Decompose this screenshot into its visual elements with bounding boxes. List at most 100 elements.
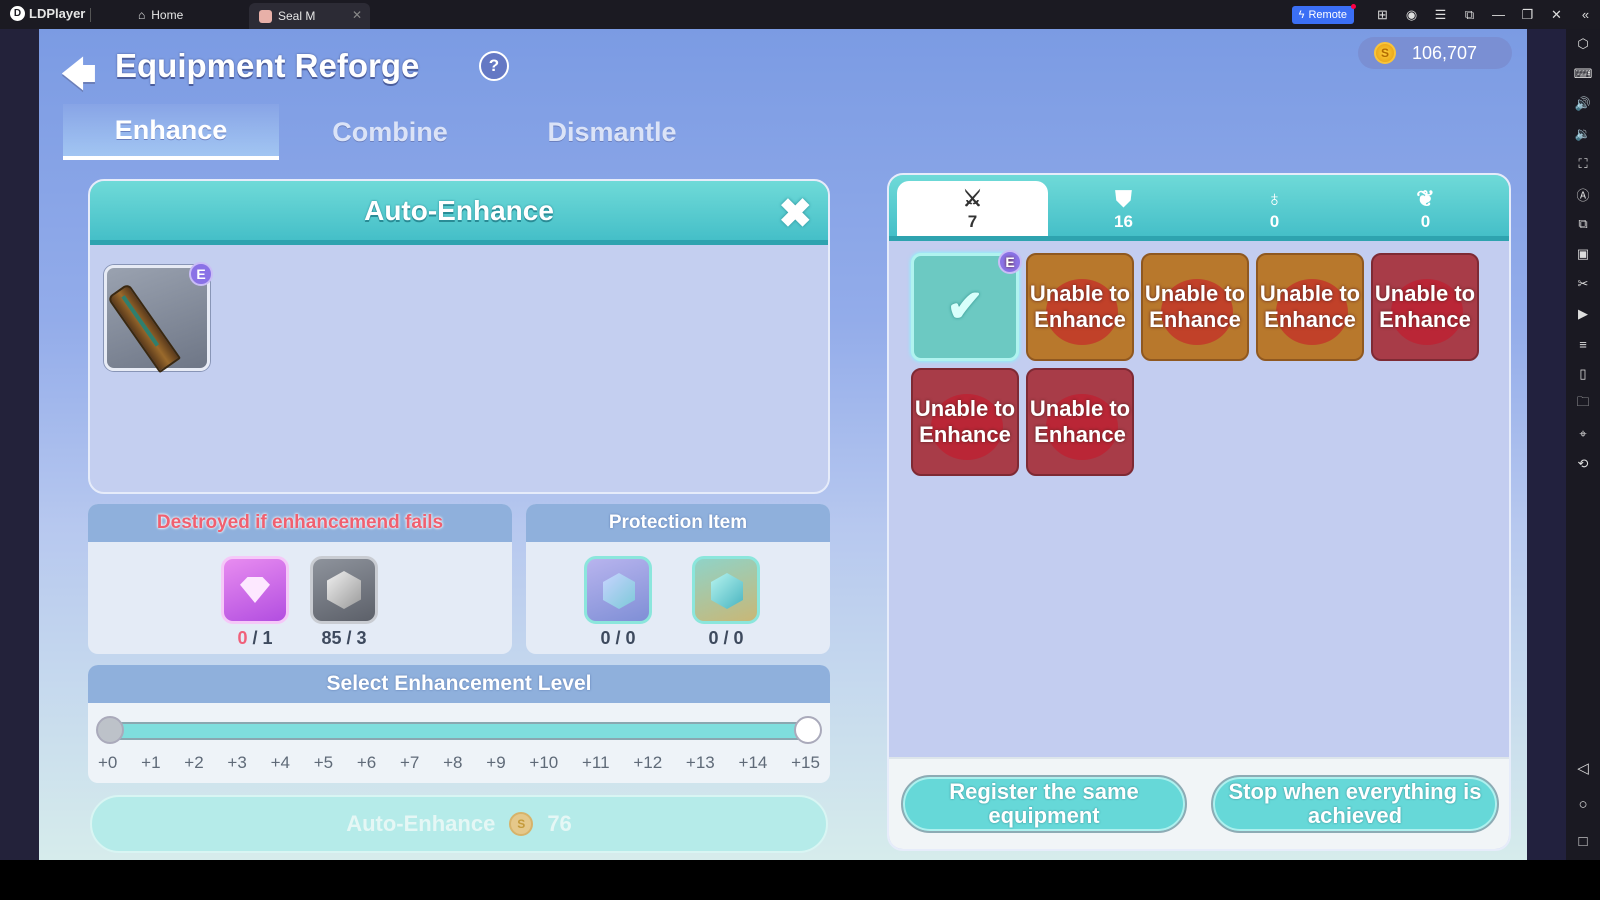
- level-tick[interactable]: +13: [686, 753, 715, 773]
- checkmark-icon: ✔: [946, 282, 984, 331]
- tab-enhance[interactable]: Enhance: [63, 104, 279, 160]
- gamepad-icon[interactable]: ⊞: [1368, 7, 1397, 23]
- need-count: 1: [262, 628, 273, 648]
- protection-item-box: Protection Item 0 / 0 0 / 0: [526, 504, 830, 654]
- collapse-icon[interactable]: «: [1571, 7, 1600, 22]
- lightning-icon: ϟ: [1298, 8, 1305, 21]
- inventory-item[interactable]: Unable to Enhance: [1141, 253, 1249, 361]
- scissors-icon[interactable]: ✂: [1566, 269, 1600, 299]
- shake-icon[interactable]: ▯: [1566, 359, 1600, 389]
- help-button[interactable]: ?: [479, 51, 509, 81]
- level-tick[interactable]: +8: [443, 753, 462, 773]
- level-tick[interactable]: +4: [271, 753, 290, 773]
- protection-scroll-purple-icon[interactable]: [584, 556, 652, 624]
- level-tick[interactable]: +3: [227, 753, 246, 773]
- silver-stone-icon[interactable]: [310, 556, 378, 624]
- close-icon[interactable]: ✖: [778, 191, 812, 237]
- category-tab-necklace[interactable]: ♁ 0: [1199, 181, 1350, 236]
- tab-combine[interactable]: Combine: [279, 104, 501, 160]
- selected-equipment-slot[interactable]: E: [104, 262, 213, 374]
- record-icon[interactable]: ▶: [1566, 299, 1600, 329]
- inventory-item[interactable]: Unable to Enhance: [1256, 253, 1364, 361]
- game-screen: 🡄 Equipment Reforge ? S 106,707 Enhance …: [39, 29, 1527, 860]
- level-tick[interactable]: +2: [184, 753, 203, 773]
- level-tick[interactable]: +0: [98, 753, 117, 773]
- inventory-item[interactable]: Unable to Enhance: [1026, 253, 1134, 361]
- emulator-sidebar: ⬡ ⌨ 🔊 🔉 ⛶ Ⓐ ⧉ ▣ ✂ ▶ ≡ ▯ 🗀 ⌖ ⟲ ◁ ○ □: [1566, 29, 1600, 860]
- apk-icon[interactable]: ▣: [1566, 239, 1600, 269]
- inventory-item[interactable]: Unable to Enhance: [1026, 368, 1134, 476]
- keyboard-icon[interactable]: ⌨: [1566, 59, 1600, 89]
- folder-icon[interactable]: 🗀: [1566, 389, 1600, 419]
- category-tab-wing[interactable]: ❦ 0: [1350, 181, 1501, 236]
- level-tick[interactable]: +6: [357, 753, 376, 773]
- category-tab-armor[interactable]: ⛊ 16: [1048, 181, 1199, 236]
- seal-m-tab[interactable]: Seal M ✕: [249, 3, 370, 29]
- home-icon[interactable]: ○: [1566, 786, 1600, 823]
- level-tick[interactable]: +12: [633, 753, 662, 773]
- protection-item-title: Protection Item: [526, 504, 830, 542]
- back-arrow-icon[interactable]: 🡄: [61, 51, 96, 108]
- screenshot-icon[interactable]: ⛶: [1566, 149, 1600, 179]
- right-margin: [1527, 29, 1566, 860]
- multi-instance-icon[interactable]: ⧉: [1566, 209, 1600, 239]
- grade-badge: E: [189, 262, 213, 286]
- back-icon[interactable]: ◁: [1566, 749, 1600, 786]
- register-same-equipment-button[interactable]: Register the same equipment: [901, 775, 1187, 833]
- tab-label: Seal M: [278, 9, 316, 23]
- home-tab[interactable]: ⌂ Home: [138, 8, 183, 22]
- level-tick[interactable]: +14: [739, 753, 768, 773]
- level-tick[interactable]: +11: [582, 753, 610, 773]
- emulator-titlebar: D LDPlayer ⌂ Home Seal M ✕ ϟ Remote ⊞ ◉ ☰ ⧉ …: [0, 0, 1600, 29]
- menu-icon[interactable]: ☰: [1426, 7, 1455, 23]
- min-level-handle[interactable]: [96, 716, 124, 744]
- pink-gem-icon[interactable]: [221, 556, 289, 624]
- sword-icon: [106, 282, 182, 374]
- volume-down-icon[interactable]: 🔉: [1566, 119, 1600, 149]
- level-tick[interactable]: +15: [791, 753, 820, 773]
- need-count: 3: [356, 628, 367, 648]
- category-tab-weapon[interactable]: ⚔ 7: [897, 181, 1048, 236]
- restore-icon[interactable]: ❐: [1513, 7, 1542, 23]
- window-icon[interactable]: ⧉: [1455, 7, 1484, 23]
- inventory-item-selected[interactable]: ✔ E: [911, 250, 1022, 361]
- category-count: 7: [967, 211, 978, 231]
- settings-icon[interactable]: ⬡: [1566, 29, 1600, 59]
- level-tick[interactable]: +7: [400, 753, 419, 773]
- level-tick-labels: +0 +1 +2 +3 +4 +5 +6 +7 +8 +9 +10 +11 +12 +13 +14 +15: [98, 753, 820, 773]
- auto-enhance-panel: Auto-Enhance ✖ E: [88, 179, 830, 494]
- stop-when-achieved-button[interactable]: Stop when everything is achieved: [1211, 775, 1499, 833]
- rotate-icon[interactable]: ⟲: [1566, 449, 1600, 479]
- volume-up-icon[interactable]: 🔊: [1566, 89, 1600, 119]
- inventory-item[interactable]: Unable to Enhance: [911, 368, 1019, 476]
- account-icon[interactable]: ◉: [1397, 7, 1426, 23]
- left-margin: [0, 29, 39, 860]
- minimize-icon[interactable]: —: [1484, 7, 1513, 22]
- remote-button[interactable]: ϟ Remote: [1291, 3, 1356, 24]
- max-level-handle[interactable]: [794, 716, 822, 744]
- bottom-bar: [0, 860, 1566, 900]
- unable-label: Unable to Enhance: [914, 396, 1016, 447]
- inventory-grid: ✔ E Unable to Enhance Unable to Enhance …: [911, 250, 1479, 476]
- level-tick[interactable]: +10: [529, 753, 558, 773]
- inventory-item[interactable]: Unable to Enhance: [1371, 253, 1479, 361]
- location-icon[interactable]: ⌖: [1566, 419, 1600, 449]
- seal-m-favicon: [259, 9, 272, 23]
- tab-dismantle[interactable]: Dismantle: [501, 104, 723, 160]
- auto-rotate-icon[interactable]: Ⓐ: [1566, 179, 1600, 209]
- recents-icon[interactable]: □: [1566, 823, 1600, 860]
- level-tick[interactable]: +9: [486, 753, 505, 773]
- unable-label: Unable to Enhance: [1029, 281, 1131, 332]
- android-nav: ◁ ○ □: [1566, 749, 1600, 860]
- enhancement-level-title: Select Enhancement Level: [88, 665, 830, 703]
- close-tab-icon[interactable]: ✕: [352, 8, 362, 22]
- wing-icon: ❦: [1416, 185, 1435, 211]
- auto-enhance-button[interactable]: Auto-Enhance S 76: [90, 795, 828, 853]
- level-tick[interactable]: +1: [141, 753, 160, 773]
- operation-icon[interactable]: ≡: [1566, 329, 1600, 359]
- level-range-track[interactable]: [110, 722, 808, 740]
- protection-scroll-teal-icon[interactable]: [692, 556, 760, 624]
- level-tick[interactable]: +5: [314, 753, 333, 773]
- close-icon[interactable]: ✕: [1542, 7, 1571, 23]
- auto-enhance-title: Auto-Enhance: [364, 194, 554, 226]
